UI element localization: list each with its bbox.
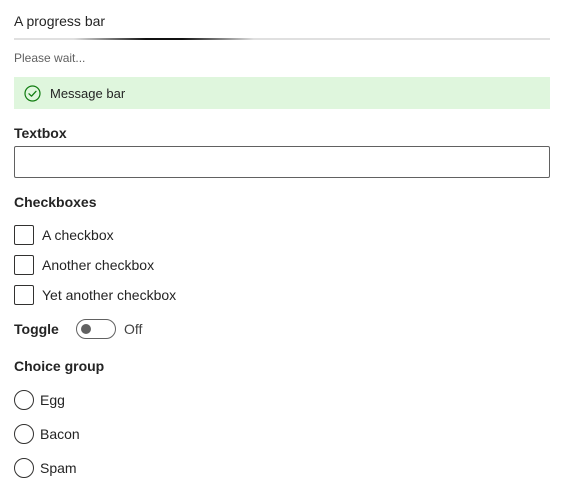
toggle-row: Toggle Off	[14, 318, 142, 340]
form-panel: A progress bar Please wait... Message ba…	[0, 0, 562, 491]
toggle-thumb	[81, 324, 91, 334]
checkbox-another[interactable]: Another checkbox	[14, 255, 154, 275]
progress-bar	[14, 38, 550, 40]
checkbox-box[interactable]	[14, 255, 34, 275]
radio-circle[interactable]	[14, 458, 34, 478]
radio-label: Spam	[40, 460, 77, 476]
toggle-label: Toggle	[14, 321, 59, 337]
checkbox-box[interactable]	[14, 285, 34, 305]
radio-label: Bacon	[40, 426, 80, 442]
textbox-input[interactable]	[14, 146, 550, 178]
radio-option-spam[interactable]: Spam	[14, 458, 77, 478]
radio-circle[interactable]	[14, 424, 34, 444]
toggle-switch[interactable]	[76, 319, 116, 339]
message-bar: Message bar	[14, 77, 550, 109]
progress-description: Please wait...	[14, 51, 86, 65]
radio-label: Egg	[40, 392, 65, 408]
textbox-label: Textbox	[14, 125, 67, 141]
message-bar-text: Message bar	[50, 85, 126, 101]
checkbox-label: A checkbox	[42, 227, 114, 243]
radio-circle[interactable]	[14, 390, 34, 410]
radio-option-egg[interactable]: Egg	[14, 390, 65, 410]
progress-indicator	[74, 38, 254, 40]
progress-label: A progress bar	[14, 13, 106, 29]
success-check-icon	[24, 84, 41, 102]
radio-option-bacon[interactable]: Bacon	[14, 424, 80, 444]
toggle-state-text: Off	[124, 321, 143, 337]
checkbox-label: Another checkbox	[42, 257, 155, 273]
checkboxes-label: Checkboxes	[14, 194, 97, 210]
choice-group-label: Choice group	[14, 358, 105, 374]
checkbox-label: Yet another checkbox	[42, 287, 177, 303]
checkbox-yet-another[interactable]: Yet another checkbox	[14, 285, 176, 305]
checkbox-a[interactable]: A checkbox	[14, 225, 114, 245]
checkbox-box[interactable]	[14, 225, 34, 245]
